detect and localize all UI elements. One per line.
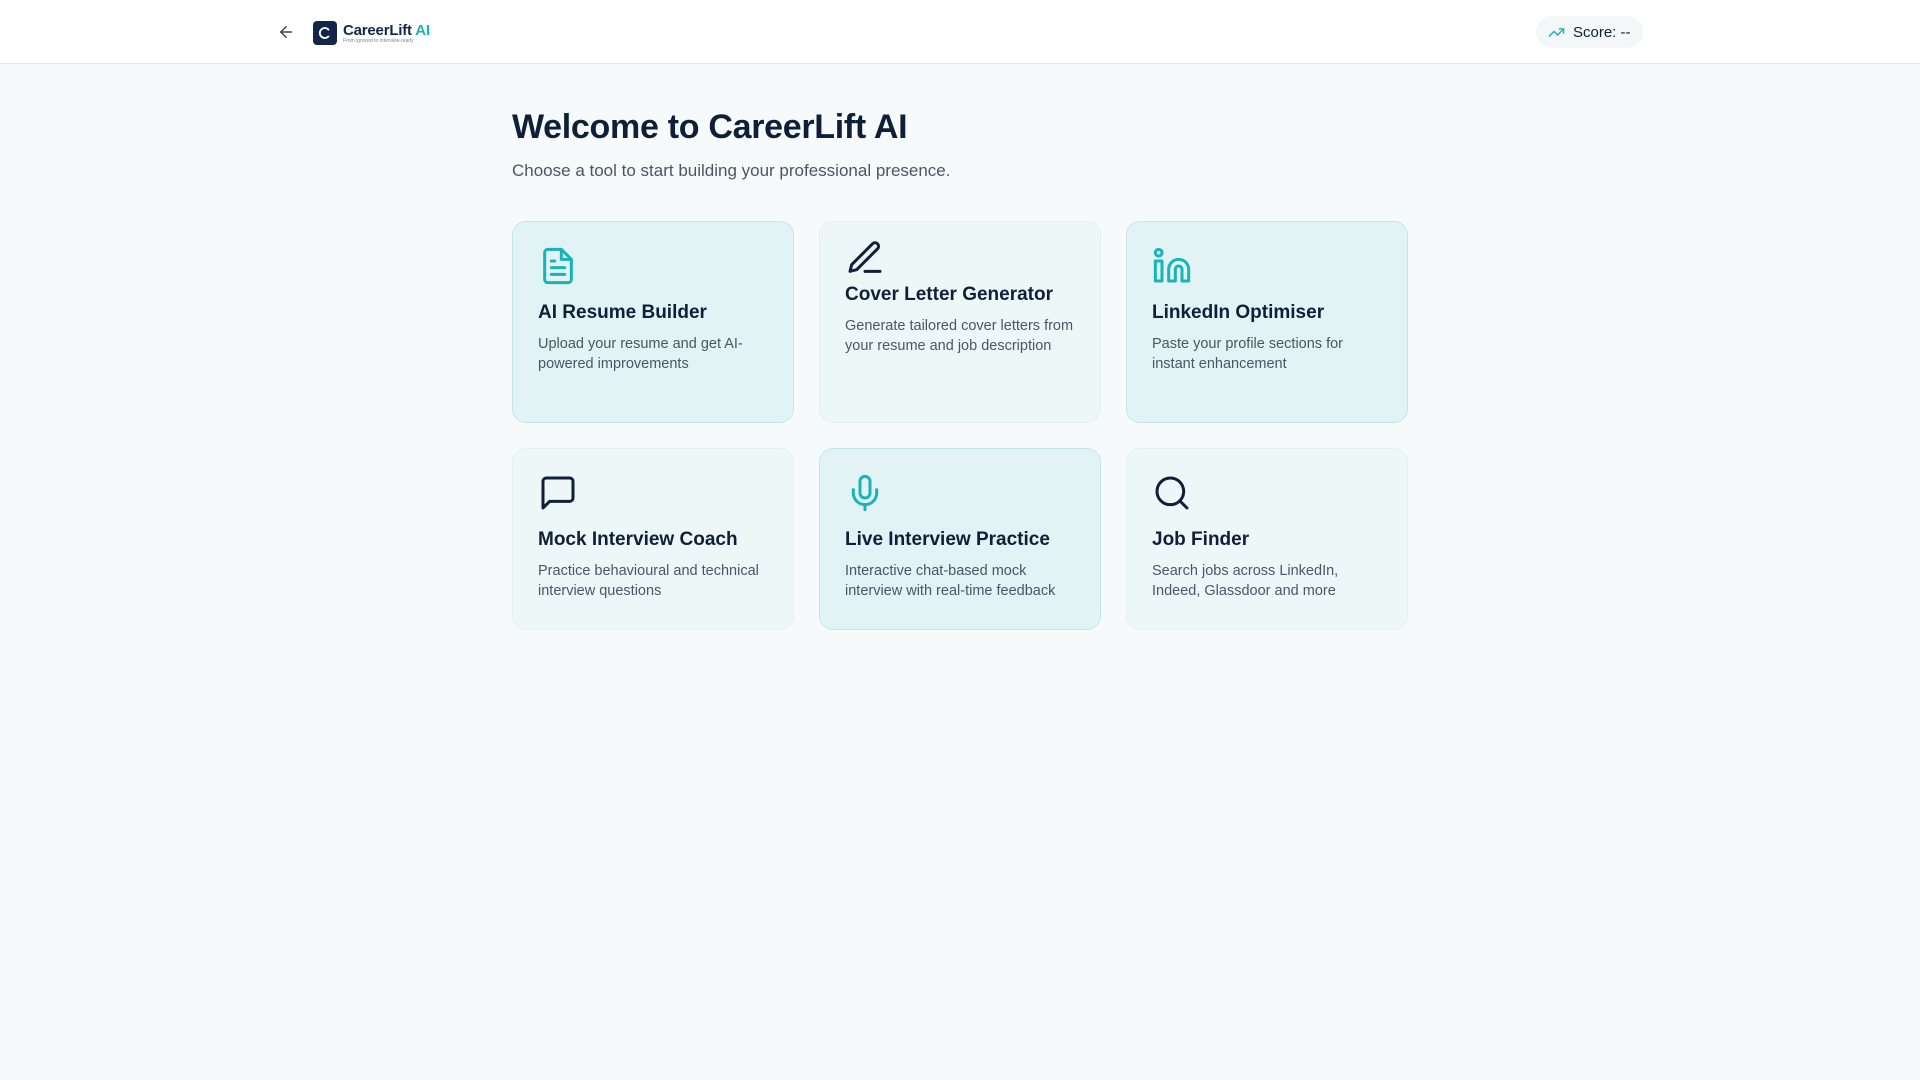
tool-card-title: Cover Letter Generator [845,284,1054,305]
linkedin-icon [1153,247,1191,283]
tool-card-description: Generate tailored cover letters from you… [845,318,1074,354]
tool-card-resume-builder[interactable]: AI Resume Builder Upload your resume and… [512,221,794,423]
score-badge[interactable]: Score: -- [1536,16,1643,48]
tool-card-live-interview[interactable]: Live Interview Practice Interactive chat… [819,448,1101,630]
chat-bubble-icon [541,476,575,510]
microphone-icon [851,474,879,512]
app-logo[interactable]: CareerLift AI From ignored to interview-… [313,20,430,46]
tool-card-title: Live Interview Practice [845,529,1050,550]
tool-card-description: Interactive chat-based mock interview wi… [845,563,1056,599]
page-title: Welcome to CareerLift AI [512,108,908,146]
tool-card-title: AI Resume Builder [538,302,707,323]
page-subtitle: Choose a tool to start building your pro… [512,161,951,180]
back-button[interactable] [272,18,300,46]
search-icon [1155,476,1189,510]
score-label: Score: -- [1573,23,1631,41]
logo-tagline: From ignored to interview-ready [343,37,414,44]
tool-card-title: LinkedIn Optimiser [1152,302,1325,323]
tool-card-description: Paste your profile sections for instant … [1152,336,1344,372]
tool-card-description: Search jobs across LinkedIn, Indeed, Gla… [1152,563,1339,599]
trending-up-icon [1548,27,1565,37]
logo-mark-icon [313,21,337,45]
tool-card-cover-letter[interactable]: Cover Letter Generator Generate tailored… [819,221,1101,423]
logo-ai: AI [415,21,430,39]
document-icon [543,247,573,285]
pen-icon [848,241,882,273]
welcome-section: Welcome to CareerLift AI Choose a tool t… [512,108,1408,181]
arrow-left-icon [280,26,292,38]
tool-card-description: Upload your resume and get AI-powered im… [538,336,743,372]
tool-card-description: Practice behavioural and technical inter… [538,563,759,599]
tool-card-title: Job Finder [1152,529,1250,550]
tool-card-job-finder[interactable]: Job Finder Search jobs across LinkedIn, … [1126,448,1408,630]
top-bar: CareerLift AI From ignored to interview-… [0,0,1920,64]
tools-grid: AI Resume Builder Upload your resume and… [512,221,1409,630]
tool-card-mock-interview[interactable]: Mock Interview Coach Practice behavioura… [512,448,794,630]
tool-card-linkedin-optimiser[interactable]: LinkedIn Optimiser Paste your profile se… [1126,221,1408,423]
logo-name: CareerLift [343,21,412,39]
logo-text: CareerLift AI From ignored to interview-… [343,23,430,44]
tool-card-title: Mock Interview Coach [538,529,738,550]
